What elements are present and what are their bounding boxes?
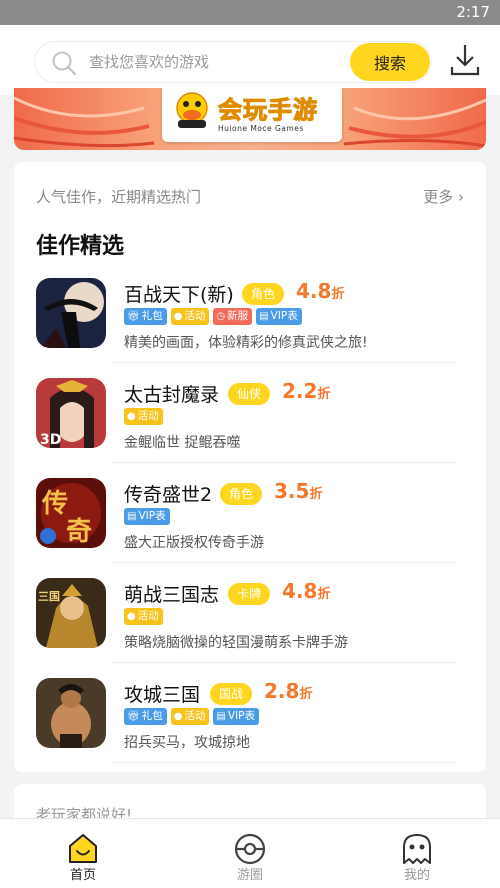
vip-label: ▤ VIP表 [256, 308, 302, 325]
game-discount: 3.5折 [274, 479, 323, 503]
divider [110, 362, 458, 363]
game-tag: 角色 [220, 483, 263, 505]
chat-icon: ● [173, 711, 183, 722]
game-labels: ▤ VIP表 [124, 508, 170, 525]
svg-text:三国: 三国 [38, 590, 60, 603]
header: 搜索 [0, 25, 500, 95]
game-labels: 🎁︎ 礼包 ● 活动 ▤ VIP表 [124, 708, 260, 725]
game-description: 金鲲临世 捉鲲吞噬 [124, 435, 241, 451]
divider [110, 562, 458, 563]
game-labels: 🎁︎ 礼包 ● 活动 ◷ 新服 ▤ VIP表 [124, 308, 302, 325]
game-name: 攻城三国 [124, 684, 201, 706]
game-description: 招兵买马，攻城掠地 [124, 735, 250, 751]
tab-label: 我的 [403, 868, 430, 883]
divider [110, 662, 458, 663]
tab-label: 游圈 [236, 868, 263, 883]
gift-label: 🎁︎ 礼包 [124, 308, 167, 325]
tab-circle[interactable]: 游圈 [167, 819, 333, 888]
game-tag: 国战 [210, 683, 253, 705]
game-labels: ● 活动 [124, 608, 163, 625]
game-discount: 2.2折 [282, 379, 331, 403]
event-label: ● 活动 [170, 708, 210, 725]
game-tag: 仙侠 [228, 383, 271, 405]
game-discount: 4.8折 [282, 579, 331, 603]
status-bar: 2:17 [0, 0, 500, 25]
game-discount: 2.8折 [264, 679, 313, 703]
chat-icon: ● [127, 411, 136, 422]
ghost-icon [403, 834, 431, 864]
game-row[interactable]: 攻城三国 国战 2.8折 🎁︎ 礼包 ● 活动 ▤ VIP表 招兵买马，攻城掠地 [14, 672, 486, 772]
gift-label: 🎁︎ 礼包 [124, 708, 167, 725]
game-row[interactable]: 传 奇 传奇盛世2 角色 3.5折 ▤ VIP表 盛大正版授权传奇手游 [14, 472, 486, 572]
game-name: 萌战三国志 [124, 584, 220, 606]
logo-title: 会玩手游 [218, 96, 318, 125]
search-icon [52, 51, 77, 76]
svg-text:奇: 奇 [66, 517, 92, 547]
game-labels: ● 活动 [124, 408, 163, 425]
game-name: 百战天下(新) [124, 284, 234, 306]
game-icon [36, 278, 106, 348]
clock-icon: ◷ [216, 311, 226, 322]
search-input[interactable] [89, 42, 349, 82]
game-description: 盛大正版授权传奇手游 [124, 535, 264, 551]
vip-label: ▤ VIP表 [124, 508, 170, 525]
new-server-label: ◷ 新服 [213, 308, 253, 325]
game-name: 传奇盛世2 [124, 484, 213, 506]
game-discount: 4.8折 [296, 279, 345, 303]
event-label: ● 活动 [124, 408, 163, 425]
game-row[interactable]: 三国 萌战三国志 卡牌 4.8折 ● 活动 策略烧脑微操的轻国漫萌系卡牌手游 [14, 572, 486, 672]
tab-label: 首页 [69, 868, 96, 883]
document-icon: ▤ [127, 511, 137, 522]
logo-subtitle: Huione Moce Games [218, 124, 304, 133]
game-tag: 卡牌 [228, 583, 271, 605]
game-name: 太古封魔录 [124, 384, 220, 406]
game-icon: 3D [36, 378, 106, 448]
tab-home[interactable]: 首页 [0, 819, 166, 888]
bottom-tab-bar: 首页 游圈 我的 [0, 818, 500, 888]
game-tag: 角色 [242, 283, 285, 305]
event-label: ● 活动 [170, 308, 210, 325]
document-icon: ▤ [216, 711, 226, 722]
document-icon: ▤ [259, 311, 269, 322]
game-row[interactable]: 百战天下(新) 角色 4.8折 🎁︎ 礼包 ● 活动 ◷ 新服 ▤ VIP表 精美的画面… [14, 272, 486, 372]
vip-label: ▤ VIP表 [213, 708, 260, 725]
gift-icon: 🎁︎ [127, 711, 140, 722]
section-subtitle: 人气佳作，近期精选热门 [36, 188, 202, 206]
home-icon [69, 834, 97, 863]
chat-icon: ● [173, 311, 183, 322]
game-description: 策略烧脑微操的轻国漫萌系卡牌手游 [124, 635, 348, 651]
divider [110, 762, 458, 763]
game-icon [36, 678, 106, 748]
divider [110, 462, 458, 463]
game-icon: 三国 [36, 578, 106, 648]
search-box[interactable]: 搜索 [34, 41, 432, 83]
duck-mascot-icon [176, 92, 208, 128]
event-label: ● 活动 [124, 608, 163, 625]
featured-games-card: 人气佳作，近期精选热门 更多 › 佳作精选 百战天下(新) 角色 4.8折 🎁︎… [14, 162, 486, 772]
svg-text:3D: 3D [40, 432, 61, 448]
game-icon: 传 奇 [36, 478, 106, 548]
game-row[interactable]: 3D 太古封魔录 仙侠 2.2折 ● 活动 金鲲临世 捉鲲吞噬 [14, 372, 486, 472]
banner[interactable]: 会玩手游 Huione Moce Games [14, 88, 486, 150]
more-link[interactable]: 更多 › [423, 186, 464, 207]
status-time: 2:17 [456, 3, 490, 21]
gift-icon: 🎁︎ [127, 311, 140, 322]
svg-text:传: 传 [41, 489, 68, 519]
chat-icon: ● [127, 611, 136, 622]
section-title: 佳作精选 [36, 234, 125, 259]
download-icon[interactable] [448, 41, 482, 79]
game-description: 精美的画面，体验精彩的修真武侠之旅! [124, 335, 368, 351]
circle-icon [234, 833, 266, 865]
search-button[interactable]: 搜索 [350, 43, 430, 81]
tab-mine[interactable]: 我的 [334, 819, 500, 888]
banner-logo: 会玩手游 Huione Moce Games [162, 88, 342, 142]
